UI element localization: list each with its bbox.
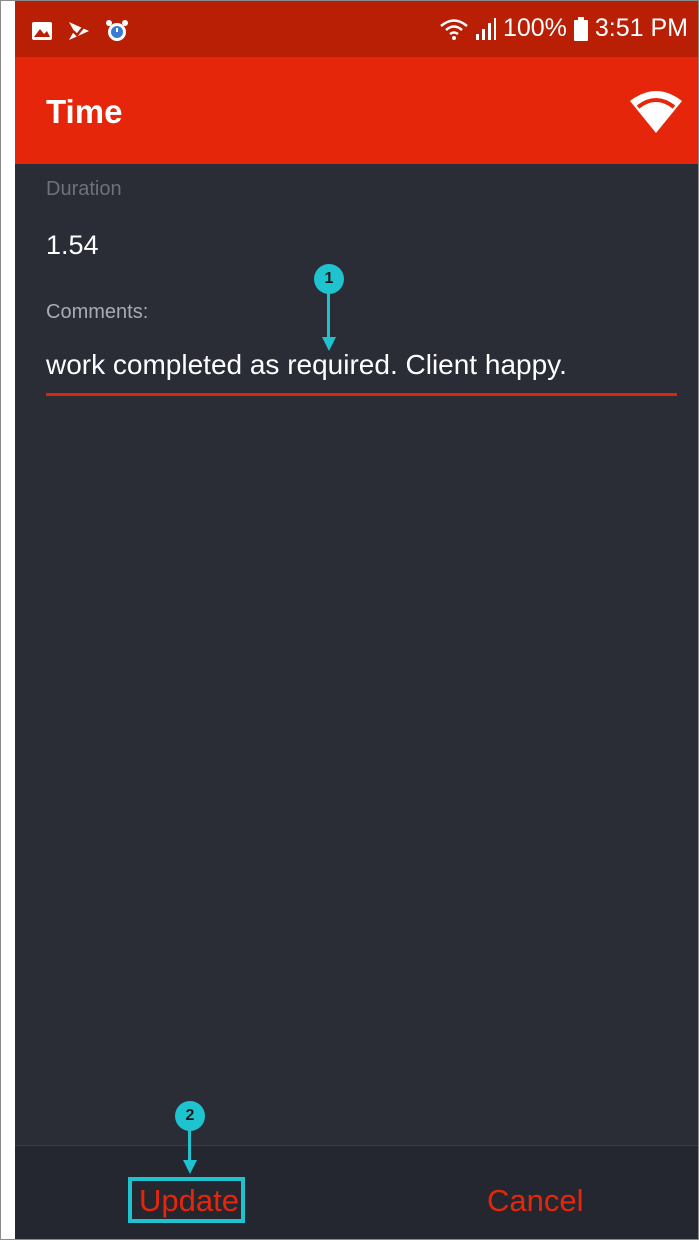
action-bar: Update Cancel (15, 1145, 698, 1239)
callout-arrow-2 (188, 1130, 191, 1162)
clock: 3:51 PM (594, 14, 688, 42)
callout-arrowhead-1 (322, 337, 336, 351)
duration-field[interactable]: 1.54 (46, 230, 99, 261)
cancel-button[interactable]: Cancel (487, 1183, 584, 1219)
phone-screen: 100% 3:51 PM Time Duration 1.54 Comments… (0, 0, 699, 1240)
comments-label: Comments: (46, 301, 149, 323)
notification-icons (31, 19, 129, 43)
battery-icon (573, 16, 588, 41)
wifi-sync-icon[interactable] (628, 87, 684, 133)
callout-arrow-1 (327, 293, 330, 338)
duration-label: Duration (46, 178, 122, 200)
content-filler (15, 1109, 698, 1145)
image-icon (32, 22, 52, 40)
update-callout-box (128, 1177, 245, 1223)
signal-icon (475, 17, 496, 40)
callout-arrowhead-2 (183, 1160, 197, 1174)
callout-marker-1: 1 (314, 264, 344, 294)
page-title: Time (46, 93, 123, 130)
status-bar: 100% 3:51 PM (15, 1, 698, 57)
system-status: 100% 3:51 PM (439, 14, 688, 43)
app-bar: Time (15, 57, 698, 164)
alarm-icon (106, 20, 128, 41)
callout-marker-2: 2 (175, 1101, 205, 1131)
wifi-icon (440, 18, 468, 40)
check-flag-icon (69, 22, 89, 40)
time-form: Duration 1.54 Comments: work completed a… (15, 164, 698, 1109)
comments-value: work completed as required. Client happy… (46, 349, 567, 380)
comments-field[interactable]: work completed as required. Client happy… (46, 341, 677, 396)
battery-percent: 100% (502, 14, 567, 42)
